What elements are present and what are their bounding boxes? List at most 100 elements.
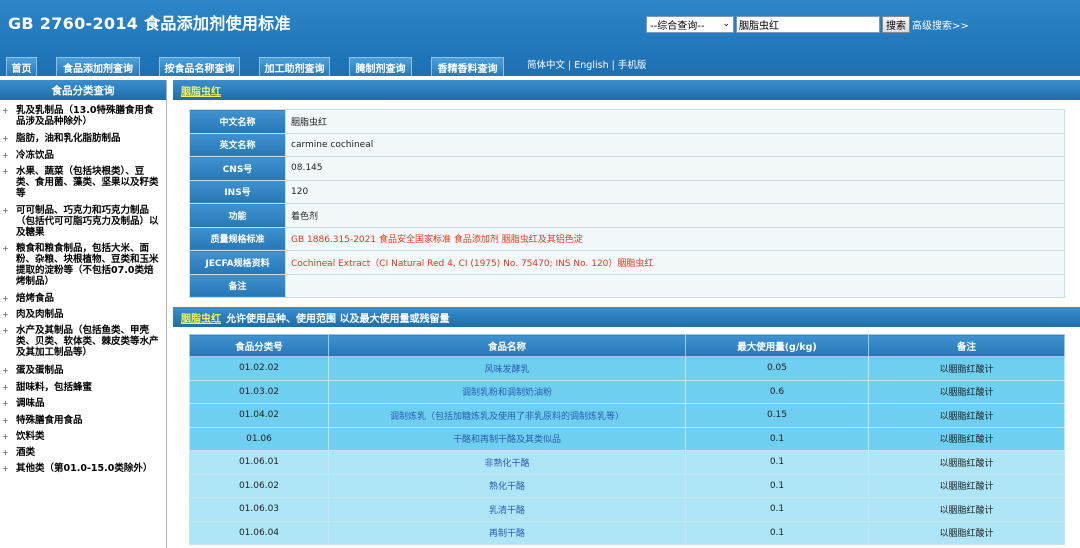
additive-name-link[interactable]: 胭脂虫红 — [181, 310, 221, 325]
max-usage: 0.1 — [685, 497, 869, 522]
usage-note: 以胭脂红酸计 — [868, 426, 1065, 451]
sidebar-item-label[interactable]: 肉及肉制品 — [16, 309, 160, 320]
sidebar-item-label[interactable]: 水果、蔬菜（包括块根类）、豆类、食用菌、藻类、坚果以及籽类等 — [16, 166, 160, 199]
food-name-link[interactable]: 非熟化干酪 — [328, 450, 686, 475]
tab-flavor-search[interactable]: 香精香料查询 — [431, 57, 504, 76]
expand-icon[interactable]: + — [2, 293, 9, 304]
quality-standard-link[interactable]: GB 1886.315-2021 食品安全国家标准 食品添加剂 胭脂虫红及其铝色… — [285, 226, 1065, 251]
sidebar-item-label[interactable]: 可可制品、巧克力和巧克力制品（包括代可可脂巧克力及制品）以及糖果 — [16, 205, 160, 238]
max-usage: 0.15 — [685, 403, 869, 428]
advanced-search-link[interactable]: 高级搜索>> — [912, 17, 969, 32]
search-type-select[interactable]: --综合查询-- ⌄ — [646, 15, 734, 33]
category-code: 01.06 — [189, 426, 329, 451]
expand-icon[interactable]: + — [2, 382, 9, 393]
mobile-version-link[interactable]: 手机版 — [618, 60, 647, 71]
sidebar-item-baked[interactable]: + 焙烤食品 — [0, 293, 160, 304]
info-row: JECFA规格资料 Cochineal Extract（CI Natural Re… — [189, 250, 1065, 275]
info-row: 质量规格标准 GB 1886.315-2021 食品安全国家标准 食品添加剂 胭脂… — [189, 226, 1065, 251]
expand-icon[interactable]: + — [2, 133, 9, 144]
expand-icon[interactable]: + — [2, 105, 9, 116]
sidebar-item-cocoa-candy[interactable]: + 可可制品、巧克力和巧克力制品（包括代可可脂巧克力及制品）以及糖果 — [0, 205, 160, 238]
sidebar-item-label[interactable]: 调味品 — [16, 398, 160, 409]
sidebar-item-fruits-vegetables[interactable]: + 水果、蔬菜（包括块根类）、豆类、食用菌、藻类、坚果以及籽类等 — [0, 166, 160, 199]
expand-icon[interactable]: + — [2, 309, 9, 320]
sidebar-item-fats[interactable]: + 脂肪，油和乳化脂肪制品 — [0, 133, 160, 144]
info-value — [285, 273, 1065, 298]
sidebar-item-special-diet[interactable]: + 特殊膳食用食品 — [0, 415, 160, 426]
tab-curing-agent-search[interactable]: 腌制剂查询 — [349, 57, 412, 76]
table-header-row: 食品分类号 食品名称 最大使用量(g/kg) 备注 — [189, 334, 1065, 357]
info-label: INS号 — [189, 179, 286, 204]
sidebar-item-label[interactable]: 粮食和粮食制品，包括大米、面粉、杂粮、块根植物、豆类和玉米提取的淀粉等（不包括0… — [16, 243, 160, 287]
tab-food-name-search[interactable]: 按食品名称查询 — [159, 57, 240, 76]
sidebar-item-label[interactable]: 甜味料，包括蜂蜜 — [16, 382, 160, 393]
lang-chinese-link[interactable]: 简体中文 — [527, 60, 565, 71]
sidebar-item-label[interactable]: 冷冻饮品 — [16, 150, 160, 161]
expand-icon[interactable]: + — [2, 415, 9, 426]
info-row: 功能 着色剂 — [189, 203, 1065, 228]
food-name-link[interactable]: 风味发酵乳 — [328, 356, 686, 381]
expand-icon[interactable]: + — [2, 463, 9, 474]
sidebar-item-dairy[interactable]: + 乳及乳制品（13.0特殊膳食用食品涉及品种除外） — [0, 105, 160, 127]
sidebar-item-label[interactable]: 酒类 — [16, 447, 160, 458]
max-usage: 0.6 — [685, 379, 869, 404]
sidebar-item-sweeteners[interactable]: + 甜味料，包括蜂蜜 — [0, 382, 160, 393]
sidebar-item-label[interactable]: 脂肪，油和乳化脂肪制品 — [16, 133, 160, 144]
sidebar-item-meat[interactable]: + 肉及肉制品 — [0, 309, 160, 320]
info-row: 备注 — [189, 273, 1065, 298]
additive-name-link[interactable]: 胭脂虫红 — [181, 83, 221, 98]
jecfa-spec-link[interactable]: Cochineal Extract（CI Natural Red 4, CI (… — [285, 250, 1065, 275]
search-type-value: --综合查询-- — [650, 20, 705, 32]
table-row: 01.06 干酪和再制干酪及其类似品 0.1 以胭脂红酸计 — [189, 426, 1065, 451]
expand-icon[interactable]: + — [2, 243, 9, 254]
expand-icon[interactable]: + — [2, 166, 9, 177]
expand-icon[interactable]: + — [2, 431, 9, 442]
additive-info-header: 胭脂虫红 — [173, 80, 1080, 100]
chevron-down-icon: ⌄ — [722, 18, 730, 29]
food-name-link[interactable]: 乳清干酪 — [328, 497, 686, 522]
usage-note: 以胭脂红酸计 — [868, 379, 1065, 404]
search-input[interactable] — [736, 15, 880, 33]
food-name-link[interactable]: 熟化干酪 — [328, 473, 686, 498]
sidebar-item-eggs[interactable]: + 蛋及蛋制品 — [0, 365, 160, 376]
language-links: 简体中文 | English | 手机版 — [527, 57, 646, 71]
sidebar-item-label[interactable]: 水产及其制品（包括鱼类、甲壳类、贝类、软体类、棘皮类等水产及其加工制品等） — [16, 325, 160, 358]
search-button[interactable]: 搜索 — [882, 15, 910, 33]
table-row: 01.06.03 乳清干酪 0.1 以胭脂红酸计 — [189, 497, 1065, 522]
sidebar-item-alcohol[interactable]: + 酒类 — [0, 447, 160, 458]
food-name-link[interactable]: 调制乳粉和调制奶油粉 — [328, 379, 686, 404]
food-name-link[interactable]: 调制炼乳（包括加糖炼乳及使用了非乳原料的调制炼乳等） — [328, 403, 686, 428]
expand-icon[interactable]: + — [2, 325, 9, 336]
usage-note: 以胭脂红酸计 — [868, 403, 1065, 428]
sidebar-item-beverages[interactable]: + 饮料类 — [0, 431, 160, 442]
expand-icon[interactable]: + — [2, 365, 9, 376]
sidebar-item-seasonings[interactable]: + 调味品 — [0, 398, 160, 409]
food-name-link[interactable]: 干酪和再制干酪及其类似品 — [328, 426, 686, 451]
lang-english-link[interactable]: English — [574, 60, 608, 71]
expand-icon[interactable]: + — [2, 447, 9, 458]
tab-additive-search[interactable]: 食品添加剂查询 — [56, 57, 140, 76]
info-label: 功能 — [189, 203, 286, 228]
sidebar-item-label[interactable]: 其他类（第01.0-15.0类除外） — [16, 463, 160, 474]
info-row: 中文名称 胭脂虫红 — [189, 109, 1065, 134]
sidebar-item-others[interactable]: + 其他类（第01.0-15.0类除外） — [0, 463, 160, 474]
sidebar-item-label[interactable]: 焙烤食品 — [16, 293, 160, 304]
expand-icon[interactable]: + — [2, 205, 9, 216]
sidebar-item-label[interactable]: 蛋及蛋制品 — [16, 365, 160, 376]
sidebar-item-label[interactable]: 特殊膳食用食品 — [16, 415, 160, 426]
expand-icon[interactable]: + — [2, 150, 9, 161]
tab-home[interactable]: 首页 — [6, 57, 37, 76]
expand-icon[interactable]: + — [2, 398, 9, 409]
info-value: 120 — [285, 179, 1065, 204]
food-name-link[interactable]: 再制干酪 — [328, 520, 686, 545]
info-value: 胭脂虫红 — [285, 109, 1065, 134]
info-value: 08.145 — [285, 156, 1065, 181]
sidebar-item-frozen[interactable]: + 冷冻饮品 — [0, 150, 160, 161]
sidebar-item-grains[interactable]: + 粮食和粮食制品，包括大米、面粉、杂粮、块根植物、豆类和玉米提取的淀粉等（不包括… — [0, 243, 160, 287]
category-code: 01.02.02 — [189, 356, 329, 381]
sidebar-item-label[interactable]: 饮料类 — [16, 431, 160, 442]
sidebar-item-aquatic[interactable]: + 水产及其制品（包括鱼类、甲壳类、贝类、软体类、棘皮类等水产及其加工制品等） — [0, 325, 160, 358]
sidebar-item-label[interactable]: 乳及乳制品（13.0特殊膳食用食品涉及品种除外） — [16, 105, 160, 127]
info-label: 备注 — [189, 273, 286, 298]
tab-processing-aid-search[interactable]: 加工助剂查询 — [259, 57, 330, 76]
